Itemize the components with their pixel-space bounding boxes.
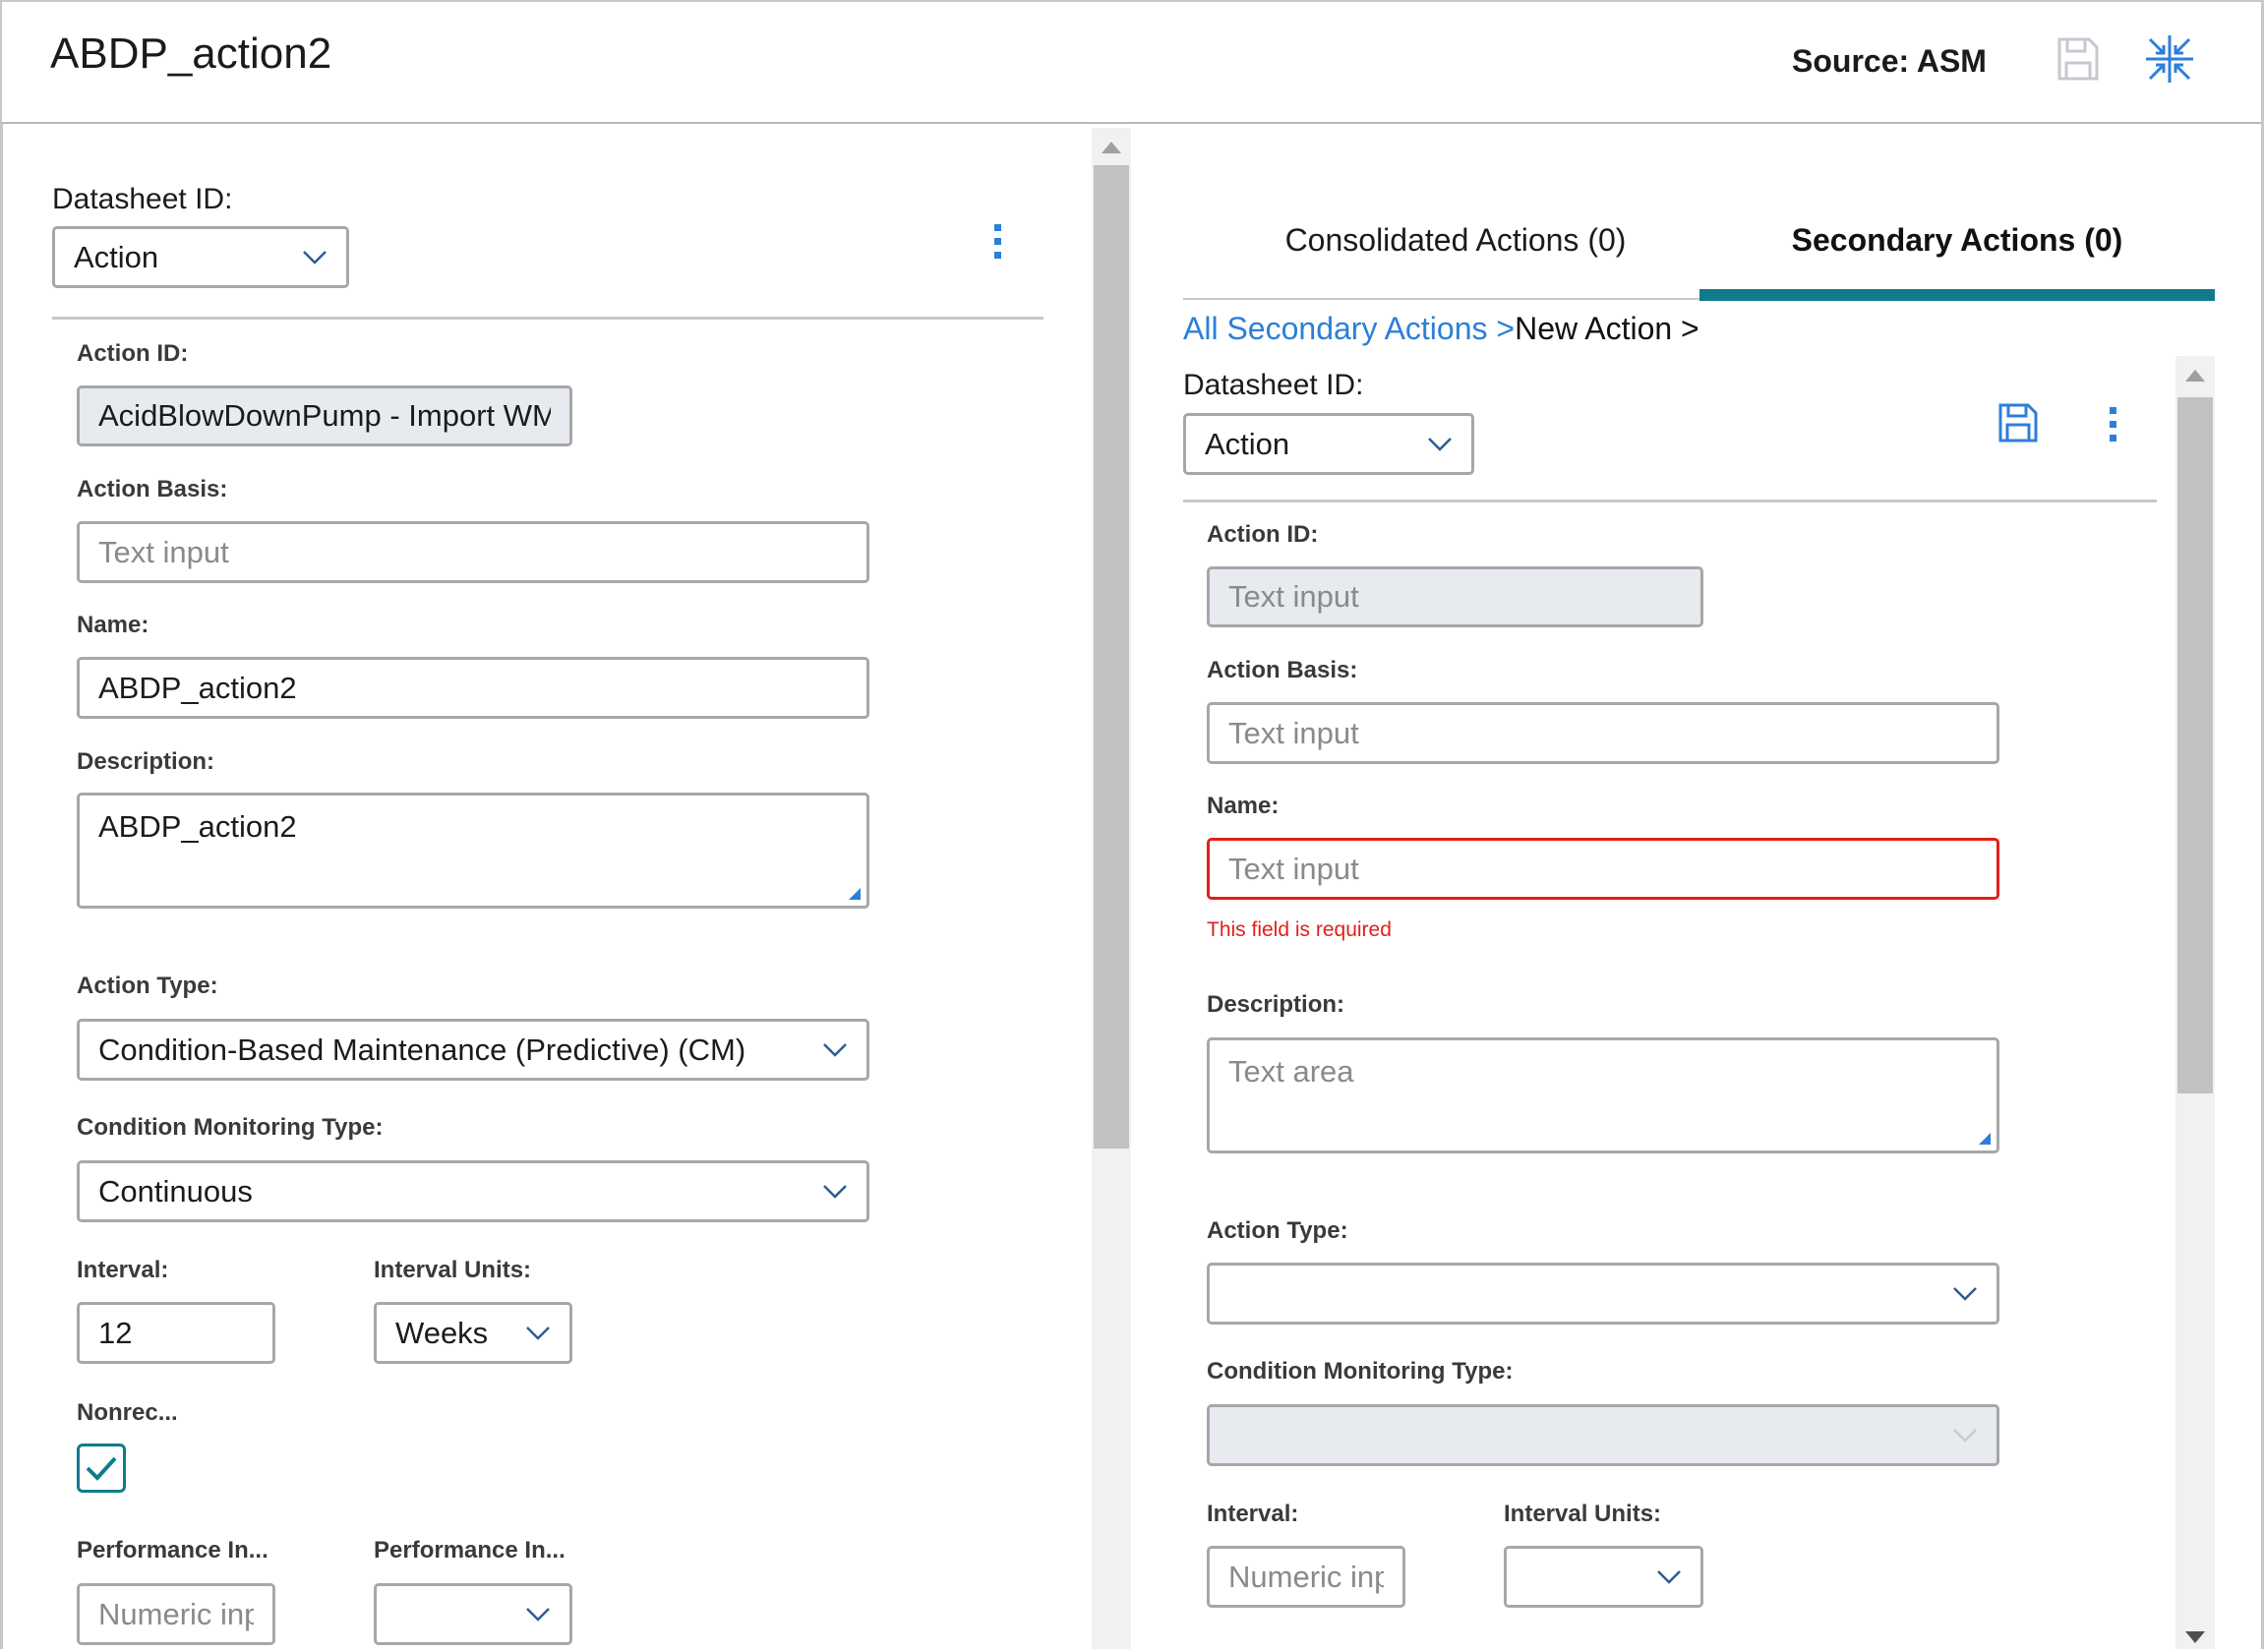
left-description-field[interactable]: ABDP_action2 (77, 793, 869, 909)
resize-grip-icon[interactable] (849, 888, 861, 900)
left-action-id-field[interactable]: AcidBlowDownPump - Import WM (77, 385, 572, 446)
right-cm-type-label: Condition Monitoring Type: (1207, 1358, 1514, 1385)
right-action-basis-field[interactable]: Text input (1207, 702, 1999, 764)
chevron-down-icon (1953, 1286, 1977, 1301)
chevron-down-icon (303, 250, 327, 265)
left-cm-type-select[interactable]: Continuous (77, 1160, 869, 1222)
right-action-basis-label: Action Basis: (1207, 657, 1358, 683)
breadcrumb-new-action: New Action > (1515, 311, 1699, 346)
tab-secondary-actions[interactable]: Secondary Actions (0) (1699, 222, 2215, 259)
name-error-message: This field is required (1207, 918, 1392, 941)
left-scrollbar-thumb[interactable] (1094, 165, 1129, 1149)
left-interval-field[interactable]: 12 (77, 1302, 275, 1364)
breadcrumb: All Secondary Actions >New Action > (1183, 311, 1699, 347)
chevron-down-icon (1428, 437, 1452, 451)
chevron-down-icon (823, 1184, 847, 1199)
left-interval-label: Interval: (77, 1257, 169, 1283)
left-datasheet-label: Datasheet ID: (52, 183, 233, 215)
left-cm-type-label: Condition Monitoring Type: (77, 1114, 384, 1141)
scroll-up-arrow-icon[interactable] (2183, 366, 2207, 385)
left-description-label: Description: (77, 748, 215, 775)
right-action-type-select[interactable] (1207, 1263, 1999, 1325)
right-more-options-icon[interactable] (2103, 405, 2122, 444)
tab-consolidated-actions[interactable]: Consolidated Actions (0) (1185, 222, 1726, 259)
right-interval-units-label: Interval Units: (1504, 1501, 1662, 1527)
right-name-field[interactable]: Text input (1207, 838, 1999, 900)
left-perf1-label: Performance In... (77, 1537, 268, 1564)
tab-bar-divider (1183, 298, 1699, 300)
chevron-down-icon (526, 1607, 550, 1622)
left-name-field[interactable]: ABDP_action2 (77, 657, 869, 719)
right-description-field[interactable]: Text area (1207, 1037, 1999, 1153)
left-perf2-label: Performance In... (374, 1537, 566, 1564)
scroll-up-arrow-icon[interactable] (1100, 138, 1123, 157)
left-name-label: Name: (77, 612, 149, 638)
collapse-arrows-icon[interactable] (2144, 33, 2195, 85)
left-nonrec-label: Nonrec... (77, 1399, 178, 1426)
left-perf2-select[interactable] (374, 1583, 572, 1645)
right-datasheet-label: Datasheet ID: (1183, 369, 1364, 401)
left-divider (52, 317, 1043, 320)
left-perf1-field[interactable]: Numeric inp (77, 1583, 275, 1645)
left-datasheet-select[interactable]: Action (52, 226, 349, 288)
active-tab-indicator (1699, 289, 2215, 301)
scroll-down-arrow-icon[interactable] (2183, 1627, 2207, 1647)
right-divider (1183, 500, 2157, 502)
breadcrumb-all-secondary-actions[interactable]: All Secondary Actions > (1183, 311, 1515, 346)
left-interval-units-select[interactable]: Weeks (374, 1302, 572, 1364)
left-action-basis-field[interactable]: Text input (77, 521, 869, 583)
floppy-disk-icon[interactable] (2052, 33, 2103, 85)
right-name-label: Name: (1207, 793, 1280, 819)
chevron-down-icon (1657, 1569, 1681, 1584)
left-interval-units-label: Interval Units: (374, 1257, 532, 1283)
right-action-id-label: Action ID: (1207, 521, 1319, 548)
checkmark-icon (86, 1456, 117, 1481)
page-title: ABDP_action2 (50, 30, 332, 78)
right-scrollbar-thumb[interactable] (2177, 397, 2213, 1093)
right-action-id-field[interactable]: Text input (1207, 566, 1703, 627)
right-interval-units-select[interactable] (1504, 1546, 1703, 1608)
chevron-down-icon (526, 1326, 550, 1340)
left-action-id-label: Action ID: (77, 340, 189, 367)
chevron-down-icon (823, 1042, 847, 1057)
source-label: Source: ASM (1792, 43, 1987, 79)
nonrec-checkbox[interactable] (77, 1444, 126, 1493)
right-description-label: Description: (1207, 991, 1345, 1018)
page-border-left (0, 124, 3, 1649)
right-cm-type-select[interactable] (1207, 1404, 1999, 1466)
right-interval-label: Interval: (1207, 1501, 1299, 1527)
left-action-type-label: Action Type: (77, 973, 218, 999)
save-icon[interactable] (1996, 401, 2040, 444)
resize-grip-icon[interactable] (1979, 1133, 1991, 1145)
left-action-basis-label: Action Basis: (77, 476, 228, 502)
right-datasheet-select[interactable]: Action (1183, 413, 1474, 475)
chevron-down-icon (1953, 1428, 1977, 1443)
left-more-options-icon[interactable] (987, 222, 1007, 262)
right-action-type-label: Action Type: (1207, 1217, 1348, 1244)
right-interval-field[interactable]: Numeric inp (1207, 1546, 1405, 1608)
left-action-type-select[interactable]: Condition-Based Maintenance (Predictive)… (77, 1019, 869, 1081)
